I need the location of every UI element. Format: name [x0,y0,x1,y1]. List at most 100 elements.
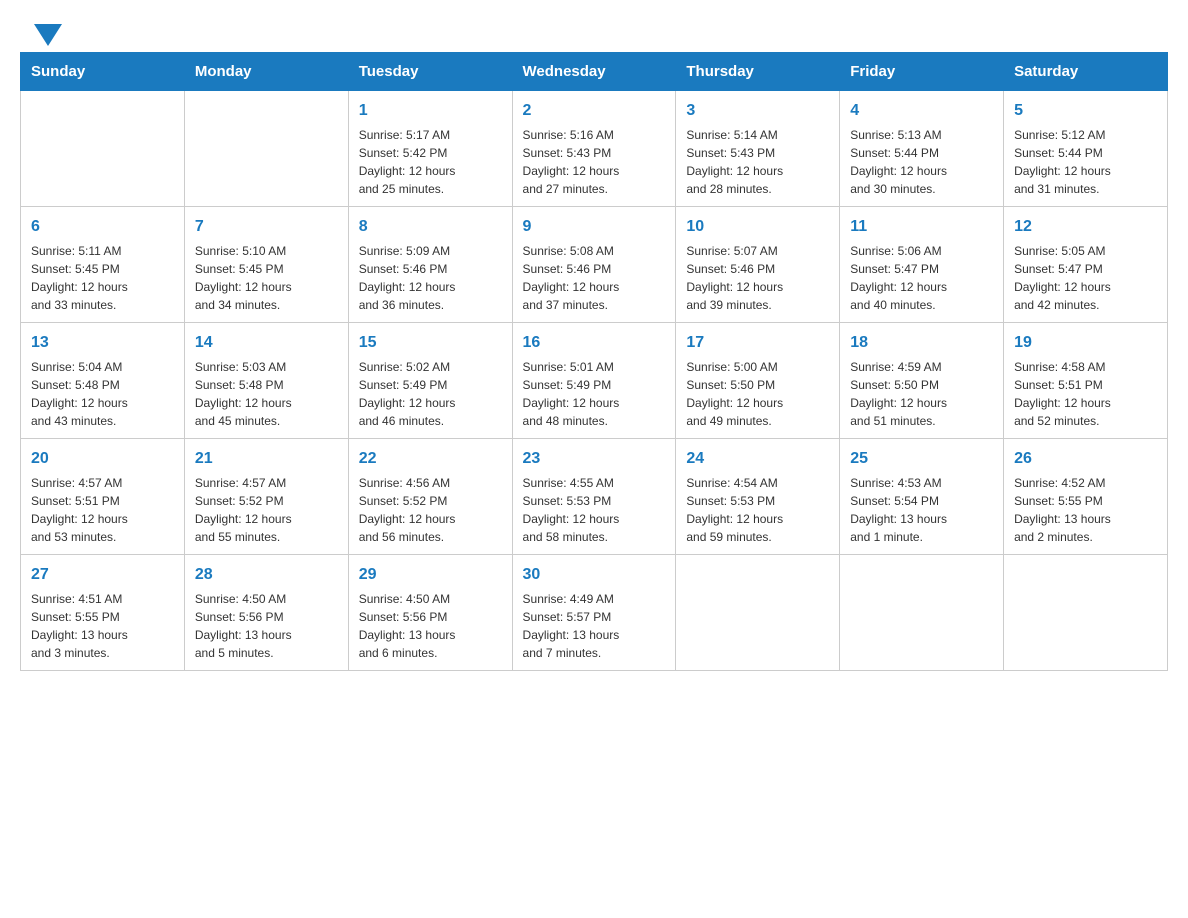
calendar-week-4: 20 Sunrise: 4:57 AMSunset: 5:51 PMDayligh… [21,439,1168,555]
day-number: 15 [359,331,502,355]
day-info: Sunrise: 4:57 AMSunset: 5:52 PMDaylight:… [195,474,338,546]
calendar-cell: 2Sunrise: 5:16 AMSunset: 5:43 PMDaylight… [512,91,676,207]
day-number: 5 [1014,99,1157,123]
day-number: 30 [523,563,666,587]
logo [30,20,62,42]
day-number: 17 [686,331,829,355]
calendar-cell [21,91,185,207]
day-info: Sunrise: 5:08 AMSunset: 5:46 PMDaylight:… [523,242,666,314]
calendar-cell: 21 Sunrise: 4:57 AMSunset: 5:52 PMDayligh… [184,439,348,555]
calendar-cell: 15 Sunrise: 5:02 AMSunset: 5:49 PMDayligh… [348,323,512,439]
day-info: Sunrise: 4:50 AMSunset: 5:56 PMDaylight:… [359,590,502,662]
day-info: Sunrise: 5:06 AMSunset: 5:47 PMDaylight:… [850,242,993,314]
calendar-cell: 27Sunrise: 4:51 AMSunset: 5:55 PMDayligh… [21,555,185,671]
day-info: Sunrise: 4:51 AMSunset: 5:55 PMDaylight:… [31,590,174,662]
day-info: Sunrise: 5:01 AMSunset: 5:49 PMDaylight:… [523,358,666,430]
day-info: Sunrise: 5:12 AMSunset: 5:44 PMDaylight:… [1014,126,1157,198]
day-number: 21 [195,447,338,471]
page-header [0,0,1188,52]
calendar-header-friday: Friday [840,53,1004,91]
day-info: Sunrise: 5:02 AMSunset: 5:49 PMDaylight:… [359,358,502,430]
calendar-container: SundayMondayTuesdayWednesdayThursdayFrid… [0,52,1188,691]
calendar-cell: 18Sunrise: 4:59 AMSunset: 5:50 PMDayligh… [840,323,1004,439]
day-number: 9 [523,215,666,239]
day-number: 22 [359,447,502,471]
calendar-cell: 6 Sunrise: 5:11 AMSunset: 5:45 PMDaylight… [21,207,185,323]
day-info: Sunrise: 5:14 AMSunset: 5:43 PMDaylight:… [686,126,829,198]
day-info: Sunrise: 4:54 AMSunset: 5:53 PMDaylight:… [686,474,829,546]
calendar-cell: 7 Sunrise: 5:10 AMSunset: 5:45 PMDaylight… [184,207,348,323]
calendar-cell [1004,555,1168,671]
calendar-cell: 22Sunrise: 4:56 AMSunset: 5:52 PMDayligh… [348,439,512,555]
day-info: Sunrise: 4:52 AMSunset: 5:55 PMDaylight:… [1014,474,1157,546]
calendar-cell: 29 Sunrise: 4:50 AMSunset: 5:56 PMDayligh… [348,555,512,671]
calendar-cell: 9 Sunrise: 5:08 AMSunset: 5:46 PMDaylight… [512,207,676,323]
calendar-header-saturday: Saturday [1004,53,1168,91]
day-info: Sunrise: 5:03 AMSunset: 5:48 PMDaylight:… [195,358,338,430]
calendar-cell: 28Sunrise: 4:50 AMSunset: 5:56 PMDayligh… [184,555,348,671]
day-info: Sunrise: 4:53 AMSunset: 5:54 PMDaylight:… [850,474,993,546]
calendar-week-3: 13 Sunrise: 5:04 AMSunset: 5:48 PMDayligh… [21,323,1168,439]
day-number: 29 [359,563,502,587]
day-info: Sunrise: 5:11 AMSunset: 5:45 PMDaylight:… [31,242,174,314]
day-info: Sunrise: 5:17 AMSunset: 5:42 PMDaylight:… [359,126,502,198]
calendar-cell: 5 Sunrise: 5:12 AMSunset: 5:44 PMDaylight… [1004,91,1168,207]
calendar-cell: 13 Sunrise: 5:04 AMSunset: 5:48 PMDayligh… [21,323,185,439]
calendar-cell: 1 Sunrise: 5:17 AMSunset: 5:42 PMDaylight… [348,91,512,207]
day-number: 3 [686,99,829,123]
calendar-header-wednesday: Wednesday [512,53,676,91]
day-info: Sunrise: 4:59 AMSunset: 5:50 PMDaylight:… [850,358,993,430]
day-number: 7 [195,215,338,239]
day-number: 16 [523,331,666,355]
calendar-cell: 30 Sunrise: 4:49 AMSunset: 5:57 PMDayligh… [512,555,676,671]
logo-triangle-icon [34,24,62,46]
calendar-cell: 14 Sunrise: 5:03 AMSunset: 5:48 PMDayligh… [184,323,348,439]
calendar-cell: 12Sunrise: 5:05 AMSunset: 5:47 PMDayligh… [1004,207,1168,323]
day-number: 13 [31,331,174,355]
calendar-cell: 3 Sunrise: 5:14 AMSunset: 5:43 PMDaylight… [676,91,840,207]
calendar-cell [676,555,840,671]
calendar-cell: 20 Sunrise: 4:57 AMSunset: 5:51 PMDayligh… [21,439,185,555]
calendar-cell: 19 Sunrise: 4:58 AMSunset: 5:51 PMDayligh… [1004,323,1168,439]
calendar-week-2: 6 Sunrise: 5:11 AMSunset: 5:45 PMDaylight… [21,207,1168,323]
calendar-cell: 26Sunrise: 4:52 AMSunset: 5:55 PMDayligh… [1004,439,1168,555]
calendar-cell [184,91,348,207]
day-info: Sunrise: 5:13 AMSunset: 5:44 PMDaylight:… [850,126,993,198]
calendar-cell: 17 Sunrise: 5:00 AMSunset: 5:50 PMDayligh… [676,323,840,439]
day-info: Sunrise: 4:55 AMSunset: 5:53 PMDaylight:… [523,474,666,546]
calendar-cell: 24Sunrise: 4:54 AMSunset: 5:53 PMDayligh… [676,439,840,555]
calendar-cell: 8Sunrise: 5:09 AMSunset: 5:46 PMDaylight… [348,207,512,323]
calendar-header-row: SundayMondayTuesdayWednesdayThursdayFrid… [21,53,1168,91]
calendar-cell: 10 Sunrise: 5:07 AMSunset: 5:46 PMDayligh… [676,207,840,323]
day-number: 1 [359,99,502,123]
calendar-cell: 23 Sunrise: 4:55 AMSunset: 5:53 PMDayligh… [512,439,676,555]
calendar-cell: 16 Sunrise: 5:01 AMSunset: 5:49 PMDayligh… [512,323,676,439]
day-number: 6 [31,215,174,239]
calendar-table: SundayMondayTuesdayWednesdayThursdayFrid… [20,52,1168,671]
calendar-header-sunday: Sunday [21,53,185,91]
calendar-header-monday: Monday [184,53,348,91]
day-info: Sunrise: 5:00 AMSunset: 5:50 PMDaylight:… [686,358,829,430]
day-info: Sunrise: 4:57 AMSunset: 5:51 PMDaylight:… [31,474,174,546]
day-info: Sunrise: 4:58 AMSunset: 5:51 PMDaylight:… [1014,358,1157,430]
calendar-cell: 25 Sunrise: 4:53 AMSunset: 5:54 PMDayligh… [840,439,1004,555]
day-number: 23 [523,447,666,471]
day-number: 11 [850,215,993,239]
calendar-week-5: 27Sunrise: 4:51 AMSunset: 5:55 PMDayligh… [21,555,1168,671]
day-number: 28 [195,563,338,587]
calendar-cell [840,555,1004,671]
day-info: Sunrise: 5:10 AMSunset: 5:45 PMDaylight:… [195,242,338,314]
day-number: 14 [195,331,338,355]
day-number: 12 [1014,215,1157,239]
day-number: 20 [31,447,174,471]
day-number: 19 [1014,331,1157,355]
day-number: 10 [686,215,829,239]
day-number: 25 [850,447,993,471]
day-info: Sunrise: 5:07 AMSunset: 5:46 PMDaylight:… [686,242,829,314]
day-info: Sunrise: 5:04 AMSunset: 5:48 PMDaylight:… [31,358,174,430]
calendar-header-thursday: Thursday [676,53,840,91]
day-info: Sunrise: 4:49 AMSunset: 5:57 PMDaylight:… [523,590,666,662]
day-number: 8 [359,215,502,239]
calendar-week-1: 1 Sunrise: 5:17 AMSunset: 5:42 PMDaylight… [21,91,1168,207]
calendar-header-tuesday: Tuesday [348,53,512,91]
